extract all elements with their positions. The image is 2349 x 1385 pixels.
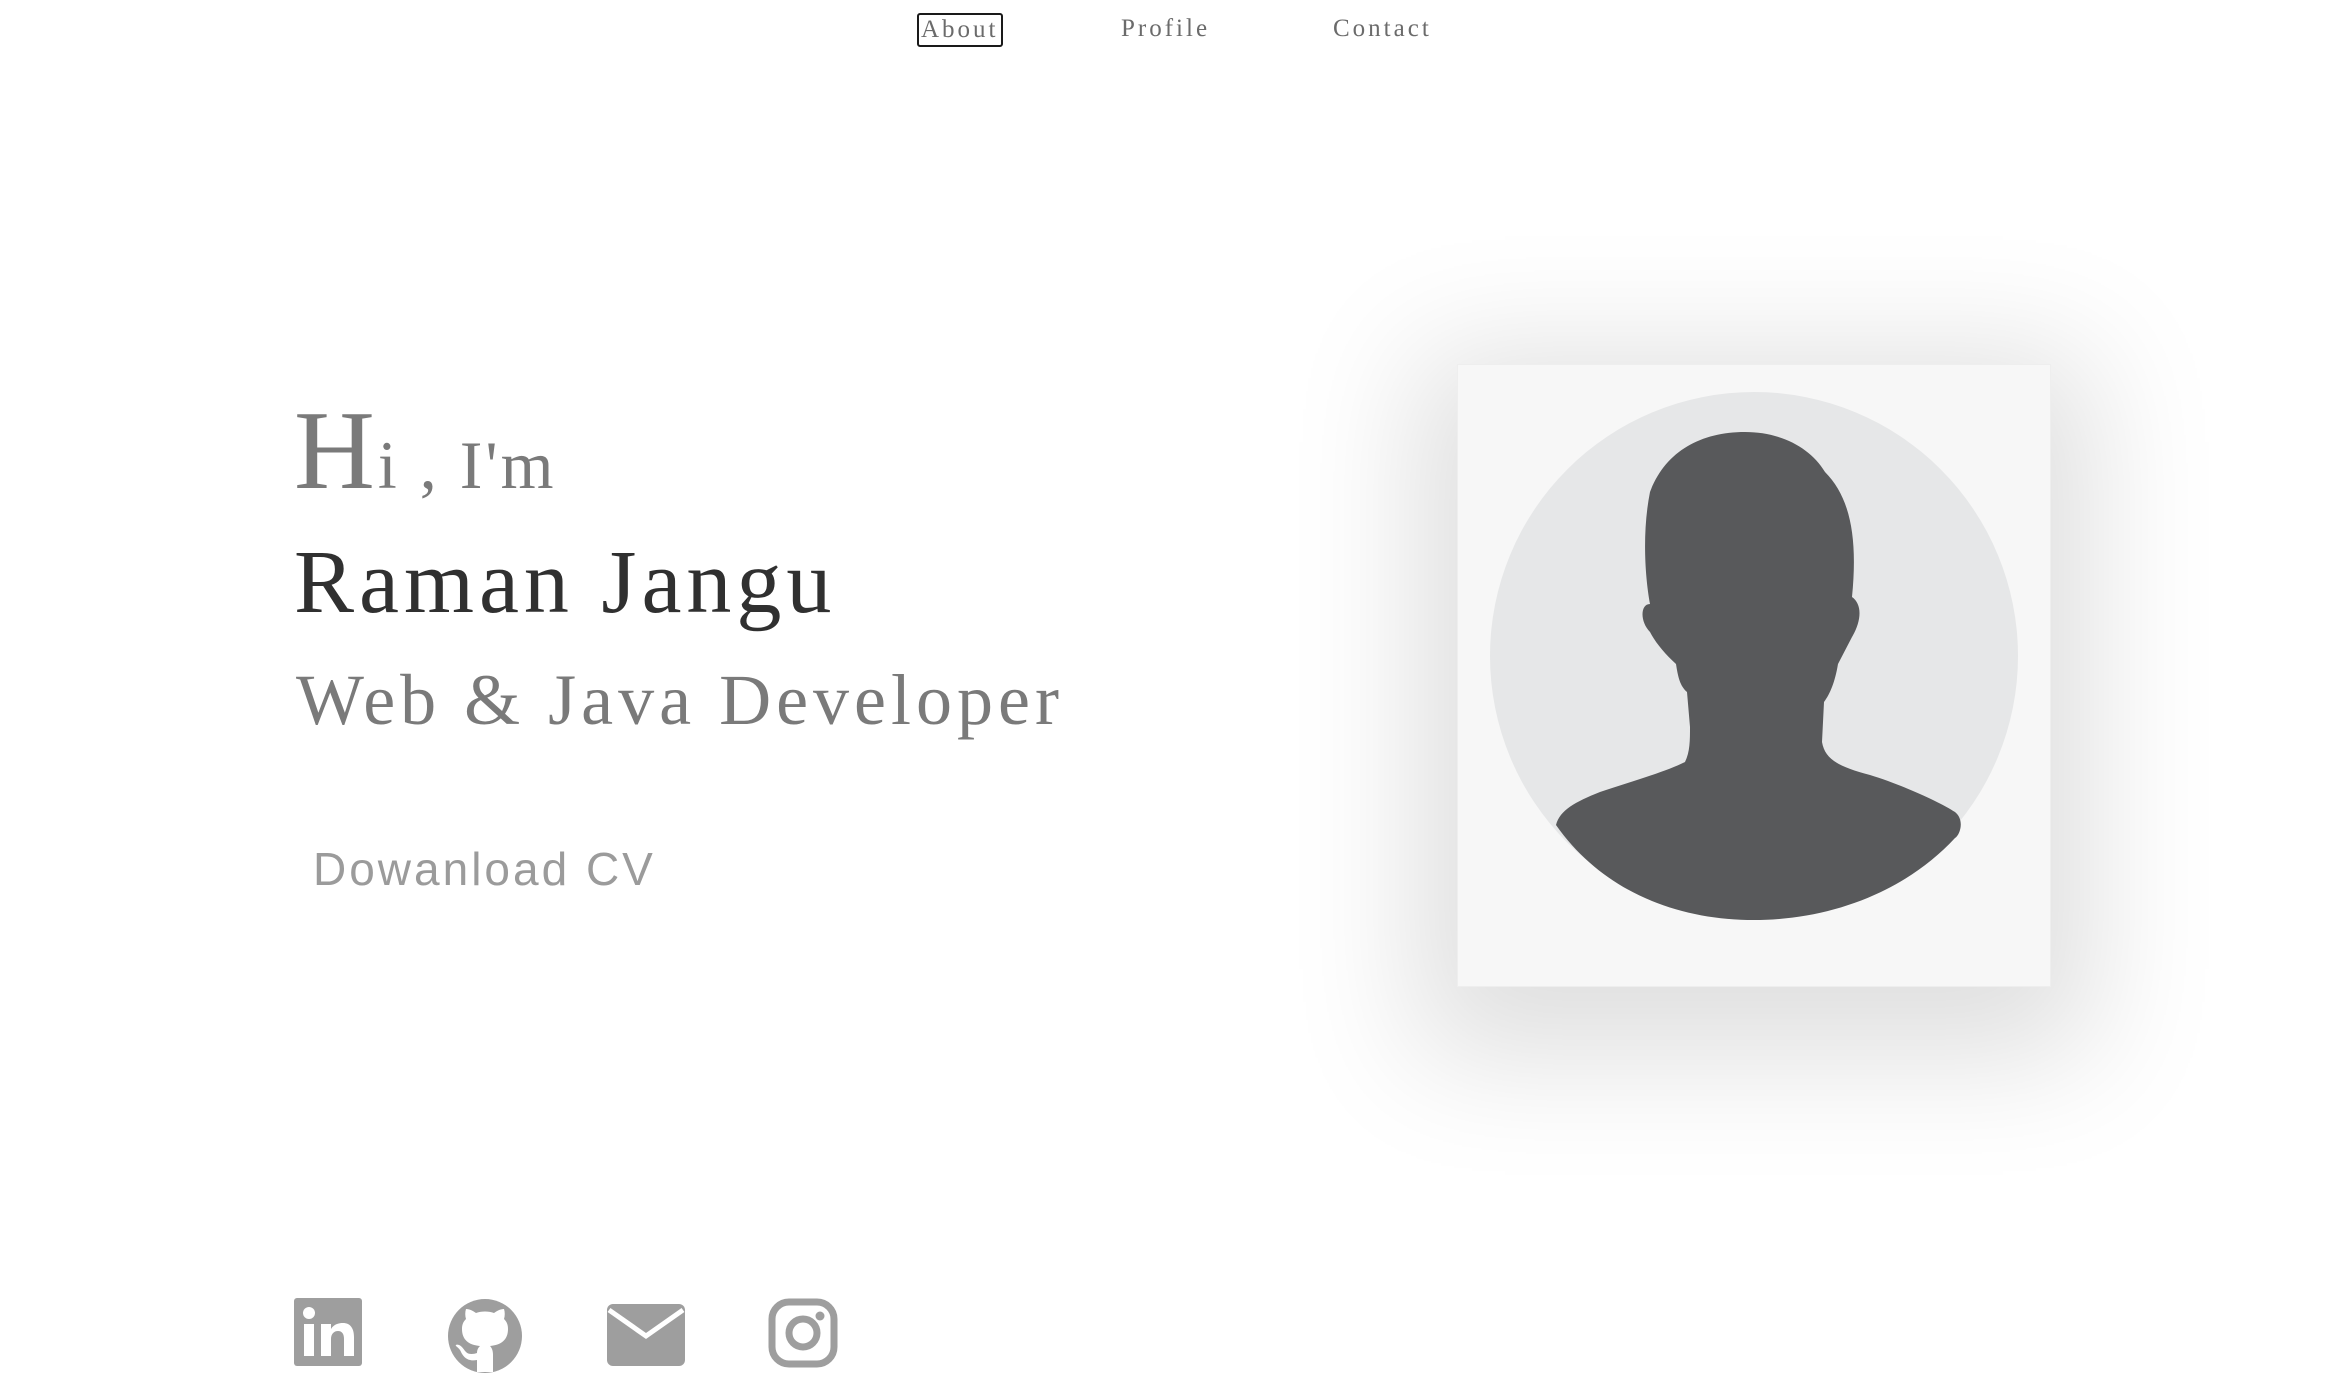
nav-contact-link[interactable]: Contact (1333, 12, 1432, 46)
email-icon[interactable] (607, 1298, 685, 1372)
profile-card (1457, 364, 2051, 987)
download-cv-button[interactable]: Dowanload CV (303, 838, 666, 901)
nav-profile-link[interactable]: Profile (1121, 12, 1210, 46)
greeting-text: i , I'm (377, 427, 557, 503)
top-nav: About Profile Contact (0, 12, 2349, 62)
person-role: Web & Java Developer (296, 660, 1064, 740)
instagram-icon[interactable] (768, 1298, 838, 1372)
avatar-placeholder-icon (1490, 392, 2018, 920)
nav-about-link[interactable]: About (917, 13, 1003, 47)
github-icon[interactable] (447, 1298, 523, 1373)
person-name: Raman Jangu (294, 533, 837, 632)
linkedin-icon[interactable] (294, 1298, 362, 1372)
greeting-initial: H (294, 389, 378, 513)
greeting-heading: Hi , I'm (294, 395, 557, 507)
